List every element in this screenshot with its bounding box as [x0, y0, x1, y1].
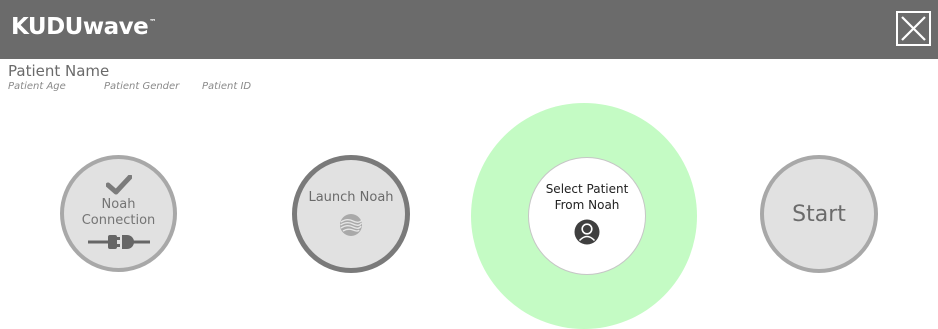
select-patient-label-line1: Select Patient [545, 182, 629, 196]
noah-logo-icon [340, 214, 363, 236]
kuduwave-logo: KUDUwave ™ [11, 14, 156, 44]
patient-name: Patient Name [8, 62, 110, 80]
noah-connection-label-line2: Connection [81, 213, 156, 228]
noah-connection-label-line1: Noah [101, 197, 136, 212]
select-patient-label: Select Patient From Noah [546, 181, 629, 213]
start-label: Start [792, 201, 846, 227]
patient-age: Patient Age [8, 81, 66, 92]
close-button[interactable] [896, 11, 931, 46]
plug-icon [87, 235, 150, 249]
top-bar: KUDUwave ™ [0, 0, 938, 59]
user-icon [574, 219, 600, 245]
select-patient-step[interactable]: Select Patient From Noah [528, 157, 646, 275]
close-icon [901, 16, 926, 41]
noah-connection-step[interactable]: Noah Connection [60, 155, 177, 272]
patient-gender: Patient Gender [104, 81, 180, 92]
logo-trademark: ™ [149, 18, 157, 26]
launch-noah-label: Launch Noah [308, 190, 394, 205]
noah-connection-label: Noah Connection [82, 197, 156, 229]
logo-text: KUDUwave [11, 14, 149, 40]
start-step[interactable]: Start [760, 155, 878, 273]
patient-id: Patient ID [202, 81, 252, 92]
checkmark-icon [105, 175, 132, 195]
select-patient-label-line2: From Noah [554, 198, 620, 212]
launch-noah-step[interactable]: Launch Noah [292, 155, 410, 273]
